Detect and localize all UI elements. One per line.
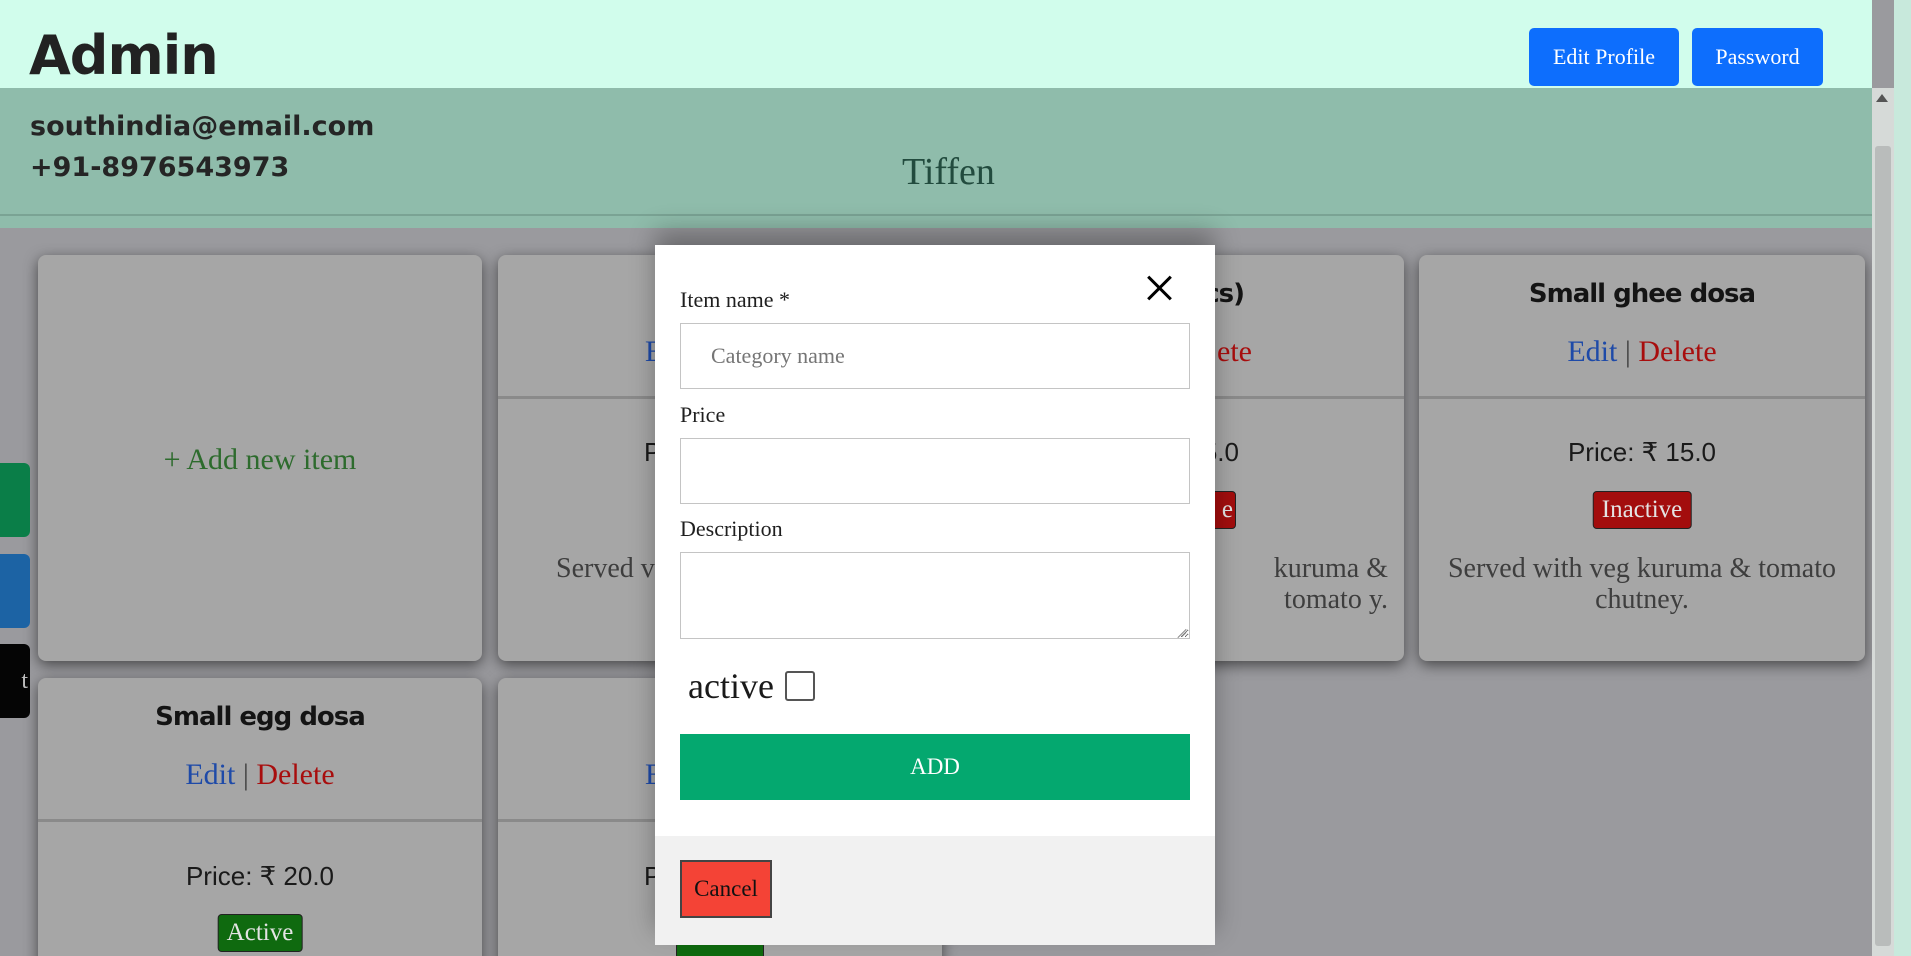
- active-checkbox[interactable]: [785, 671, 815, 701]
- description-input[interactable]: [680, 552, 1190, 639]
- menu-item-card: Small ghee dosa Edit | Delete Price: ₹ 1…: [1419, 255, 1865, 661]
- cancel-button[interactable]: Cancel: [680, 860, 772, 918]
- item-actions: Edit | Delete: [1419, 335, 1865, 369]
- price-input[interactable]: [680, 438, 1190, 504]
- price-label: Price: [680, 402, 726, 427]
- restaurant-phone: +91-8976543973: [30, 152, 290, 183]
- delete-link[interactable]: Delete: [1638, 335, 1716, 368]
- delete-link[interactable]: ete: [1217, 335, 1252, 368]
- item-name-label: Item name *: [680, 287, 790, 312]
- add-new-item-label[interactable]: + Add new item: [38, 443, 482, 477]
- side-tab-blue[interactable]: [0, 554, 30, 628]
- active-label: active: [688, 666, 774, 706]
- category-title: Tiffen: [902, 151, 995, 193]
- edit-link[interactable]: Edit: [1567, 335, 1617, 368]
- status-badge[interactable]: Active: [217, 914, 303, 952]
- page-scrollbar[interactable]: [1872, 88, 1894, 956]
- add-button[interactable]: ADD: [680, 734, 1190, 800]
- side-tab-black[interactable]: t: [0, 644, 30, 718]
- page-edge: [1894, 0, 1911, 956]
- actions-separator: |: [242, 758, 249, 791]
- description-label: Description: [680, 516, 783, 541]
- scroll-up-arrow-icon[interactable]: [1876, 94, 1888, 102]
- status-badge[interactable]: Inactive: [1592, 491, 1692, 529]
- add-new-item-card[interactable]: + Add new item: [38, 255, 482, 661]
- restaurant-email: southindia@email.com: [30, 111, 375, 142]
- item-name: Small egg dosa: [155, 702, 366, 732]
- close-icon[interactable]: [1146, 275, 1172, 301]
- item-description: Served with veg kuruma & tomato chutney.: [1447, 553, 1837, 615]
- restaurant-info-bar: southindia@email.com +91-8976543973 Tiff…: [0, 88, 1872, 228]
- item-name-input[interactable]: [680, 323, 1190, 389]
- password-button[interactable]: Password: [1692, 28, 1823, 86]
- item-price: Price: ₹ 15.0: [1567, 437, 1717, 467]
- page-title: Admin: [29, 24, 219, 87]
- delete-link[interactable]: Delete: [256, 758, 334, 791]
- divider: [1419, 396, 1865, 399]
- item-price: Price: ₹ 20.0: [185, 861, 335, 891]
- top-header: Admin Edit Profile Password: [0, 0, 1872, 88]
- scrollbar-thumb[interactable]: [1875, 146, 1891, 946]
- resize-grip-icon[interactable]: [1176, 625, 1186, 635]
- menu-item-card: Small egg dosa Edit | Delete Price: ₹ 20…: [38, 678, 482, 956]
- divider: [38, 819, 482, 822]
- actions-separator: |: [1624, 335, 1631, 368]
- edit-link[interactable]: Edit: [185, 758, 235, 791]
- item-name: Small ghee dosa: [1528, 279, 1756, 309]
- edit-profile-button[interactable]: Edit Profile: [1529, 28, 1679, 86]
- item-actions: Edit | Delete: [38, 758, 482, 792]
- add-item-modal: Item name * Price Description active ADD…: [655, 245, 1215, 945]
- side-tab-green[interactable]: [0, 463, 30, 537]
- divider: [0, 214, 1872, 216]
